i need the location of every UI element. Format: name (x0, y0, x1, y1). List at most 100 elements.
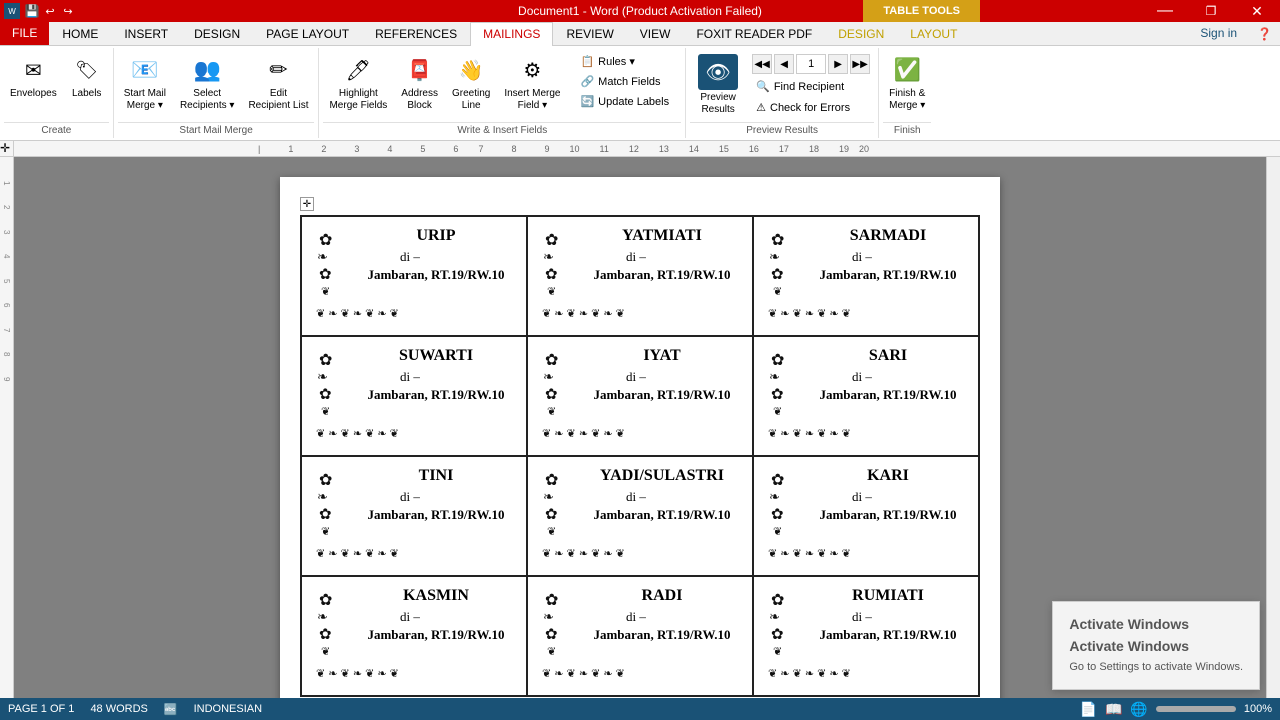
card-floral-left-2: ✿ ❧ ✿ ❦ (768, 227, 806, 299)
card-name-8: KARI (812, 467, 964, 485)
sign-in-btn[interactable]: Sign in (1188, 22, 1249, 45)
insert-merge-field-btn[interactable]: ⚙ Insert MergeField ▾ (498, 50, 566, 116)
tab-home[interactable]: HOME (49, 22, 111, 45)
tab-design2[interactable]: DESIGN (825, 22, 897, 45)
svg-text:✿: ✿ (319, 266, 332, 283)
edit-recipient-icon: ✏ (262, 54, 294, 86)
check-errors-btn[interactable]: ⚠ Check for Errors (752, 99, 870, 116)
svg-text:✿: ✿ (319, 352, 332, 369)
greeting-line-btn[interactable]: 👋 GreetingLine (446, 50, 496, 116)
envelopes-btn[interactable]: ✉ Envelopes (4, 50, 63, 104)
edit-recipient-list-btn[interactable]: ✏ EditRecipient List (242, 50, 314, 116)
match-fields-btn[interactable]: 🔗 Match Fields (572, 72, 677, 91)
card-inner: ✿ ❧ ✿ ❦ RADI di – Jambaran, RT.19/RW.10 (542, 587, 738, 659)
card-inner: ✿ ❧ ✿ ❦ SUWARTI di – Jambaran, RT.19/RW.… (316, 347, 512, 419)
view-web-icon[interactable]: 🌐 (1130, 701, 1147, 718)
tab-references[interactable]: REFERENCES (362, 22, 470, 45)
svg-text:✿: ✿ (545, 626, 558, 643)
find-recipient-btn[interactable]: 🔍 Find Recipient (752, 78, 870, 95)
select-recipients-btn[interactable]: 👥 SelectRecipients ▾ (174, 50, 241, 116)
page-number-input[interactable] (796, 54, 826, 74)
rules-group: 📋 Rules ▾ 🔗 Match Fields 🔄 Update Labels (568, 50, 681, 113)
start-merge-items: 📧 Start MailMerge ▾ 👥 SelectRecipients ▾… (118, 50, 315, 120)
rules-btn[interactable]: 📋 Rules ▾ (572, 52, 677, 71)
ruler-horizontal: | 1234567891011121314151617181920 (14, 141, 1280, 156)
nav-first-btn[interactable]: ◀◀ (752, 54, 772, 74)
ruler-corner: ✛ (0, 141, 14, 156)
card-floral-left-1: ✿ ❧ ✿ ❦ (542, 227, 580, 299)
tab-insert[interactable]: INSERT (111, 22, 181, 45)
tab-page-layout[interactable]: PAGE LAYOUT (253, 22, 362, 45)
preview-results-label: PreviewResults (700, 92, 736, 116)
minimize-btn[interactable]: — (1142, 0, 1188, 22)
svg-text:❧: ❧ (543, 369, 554, 384)
update-labels-btn[interactable]: 🔄 Update Labels (572, 92, 677, 111)
card-inner: ✿ ❧ ✿ ❦ SARI di – Jambaran, RT.19/RW.10 (768, 347, 964, 419)
nav-prev-btn[interactable]: ◀ (774, 54, 794, 74)
tab-foxit[interactable]: FOXIT READER PDF (683, 22, 825, 45)
highlight-merge-fields-btn[interactable]: 🖊 HighlightMerge Fields (323, 50, 393, 116)
finish-merge-btn[interactable]: ✅ Finish &Merge ▾ (883, 50, 931, 116)
spell-check-icon[interactable]: 🔤 (164, 703, 178, 716)
svg-text:❦ ❧ ❦ ❧ ❦ ❧ ❦: ❦ ❧ ❦ ❧ ❦ ❧ ❦ (316, 668, 399, 679)
svg-text:❦: ❦ (321, 286, 330, 298)
card-di-11: di – (812, 609, 964, 625)
help-btn[interactable]: ❓ (1249, 22, 1280, 45)
address-block-btn[interactable]: 📮 AddressBlock (395, 50, 444, 116)
svg-text:❧: ❧ (769, 249, 780, 264)
restore-btn[interactable]: ❐ (1188, 0, 1234, 22)
envelopes-label: Envelopes (10, 88, 57, 100)
zoom-slider[interactable] (1156, 706, 1236, 712)
check-errors-icon: ⚠ (756, 101, 766, 114)
tab-design[interactable]: DESIGN (181, 22, 253, 45)
finish-merge-label: Finish &Merge ▾ (889, 88, 925, 112)
status-bar: PAGE 1 OF 1 48 WORDS 🔤 INDONESIAN 📄 📖 🌐 … (0, 698, 1280, 720)
start-mail-merge-btn[interactable]: 📧 Start MailMerge ▾ (118, 50, 172, 116)
card-di-0: di – (360, 249, 512, 265)
card-10: ✿ ❧ ✿ ❦ RADI di – Jambaran, RT.19/RW.10 … (527, 576, 753, 696)
card-floral-bottom-8: ❦ ❧ ❦ ❧ ❦ ❧ ❦ (768, 545, 964, 562)
close-btn[interactable]: ✕ (1234, 0, 1280, 22)
select-recipients-icon: 👥 (191, 54, 223, 86)
page-control[interactable]: ✛ (300, 197, 314, 211)
svg-text:✿: ✿ (319, 506, 332, 523)
card-di-8: di – (812, 489, 964, 505)
card-text-5: SARI di – Jambaran, RT.19/RW.10 (812, 347, 964, 403)
card-inner: ✿ ❧ ✿ ❦ SARMADI di – Jambaran, RT.19/RW.… (768, 227, 964, 299)
undo-icon[interactable]: ↩ (42, 3, 58, 19)
preview-results-icon: 👁 (698, 54, 738, 90)
tab-layout[interactable]: LAYOUT (897, 22, 970, 45)
title-bar-left: W 💾 ↩ ↪ (0, 3, 76, 19)
title-bar-controls[interactable]: — ❐ ✕ (1142, 0, 1280, 22)
tab-review[interactable]: REVIEW (553, 22, 626, 45)
activate-overlay: Activate Windows Activate Windows Go to … (1052, 601, 1260, 690)
svg-text:✿: ✿ (771, 352, 784, 369)
highlight-icon: 🖊 (342, 54, 374, 86)
activate-title2: Activate Windows (1069, 638, 1243, 654)
preview-results-btn[interactable]: 👁 PreviewResults (690, 50, 746, 120)
finish-items: ✅ Finish &Merge ▾ (883, 50, 931, 120)
group-preview-results: 👁 PreviewResults ◀◀ ◀ ▶ ▶▶ 🔍 Find Recipi… (686, 48, 879, 138)
view-print-icon[interactable]: 📄 (1080, 701, 1097, 718)
card-floral-bottom-9: ❦ ❧ ❦ ❧ ❦ ❧ ❦ (316, 665, 512, 682)
nav-next-btn[interactable]: ▶ (828, 54, 848, 74)
svg-text:❦: ❦ (321, 526, 330, 538)
svg-text:❧: ❧ (543, 249, 554, 264)
card-text-11: RUMIATI di – Jambaran, RT.19/RW.10 (812, 587, 964, 643)
card-4: ✿ ❧ ✿ ❦ IYAT di – Jambaran, RT.19/RW.10 … (527, 336, 753, 456)
svg-text:✿: ✿ (545, 232, 558, 249)
labels-btn[interactable]: 🏷 Labels (65, 50, 109, 104)
tab-view[interactable]: VIEW (627, 22, 684, 45)
save-icon[interactable]: 💾 (24, 3, 40, 19)
scrollbar-vertical[interactable] (1266, 157, 1280, 698)
card-7: ✿ ❧ ✿ ❦ YADI/SULASTRI di – Jambaran, RT.… (527, 456, 753, 576)
card-address-3: Jambaran, RT.19/RW.10 (360, 387, 512, 403)
view-reading-icon[interactable]: 📖 (1105, 701, 1122, 718)
card-address-7: Jambaran, RT.19/RW.10 (586, 507, 738, 523)
redo-icon[interactable]: ↪ (60, 3, 76, 19)
nav-last-btn[interactable]: ▶▶ (850, 54, 870, 74)
card-name-2: SARMADI (812, 227, 964, 245)
card-inner: ✿ ❧ ✿ ❦ TINI di – Jambaran, RT.19/RW.10 (316, 467, 512, 539)
tab-mailings[interactable]: MAILINGS (470, 22, 553, 46)
tab-file[interactable]: FILE (0, 22, 49, 45)
